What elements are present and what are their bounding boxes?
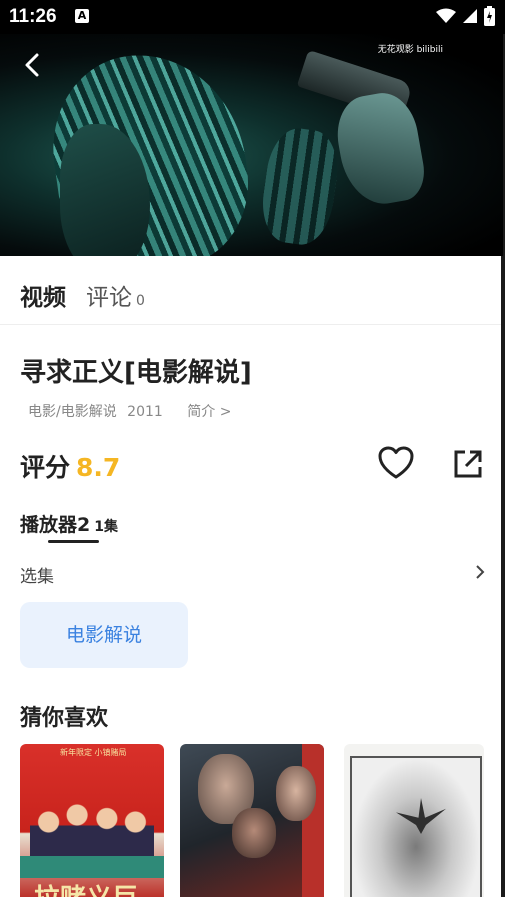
recommend-poster-3[interactable] — [344, 744, 484, 897]
rating-label: 评分 — [20, 453, 71, 482]
signal-icon — [463, 9, 477, 23]
episode-select-label: 选集 — [20, 567, 54, 587]
intro-link[interactable]: 简介 > — [187, 404, 231, 420]
recommend-title: 猜你喜欢 — [20, 706, 109, 731]
back-button[interactable] — [18, 50, 48, 80]
detail-sheet: 视频 评论 0 寻求正义[电影解说] 电影/电影解说 2011 简介 > 评分 8.… — [0, 256, 501, 897]
rating-value: 8.7 — [76, 453, 121, 482]
video-player[interactable]: 无花观影 bilibili — [0, 34, 503, 256]
battery-icon — [484, 6, 495, 26]
share-button[interactable] — [452, 448, 484, 484]
recommend-poster-2[interactable] — [180, 744, 324, 897]
video-frame-hand — [331, 87, 429, 211]
video-watermark: 无花观影 bilibili — [377, 45, 443, 55]
tab-comment-label: 评论 — [86, 285, 132, 311]
player-tab-underline — [48, 540, 99, 543]
poster-frame — [350, 756, 482, 897]
video-category: 电影/电影解说 — [28, 404, 117, 420]
poster-red-band — [302, 744, 324, 897]
tab-comment[interactable]: 评论 0 — [86, 278, 145, 312]
rating: 评分 8.7 — [20, 448, 120, 484]
chevron-right-icon — [476, 565, 485, 579]
player-source[interactable]: 播放器2 1集 — [20, 510, 118, 537]
comment-count: 0 — [136, 293, 145, 309]
episode-chip[interactable]: 电影解说 — [20, 602, 188, 668]
poster-face — [276, 766, 316, 821]
favorite-button[interactable] — [378, 446, 414, 484]
recommend-poster-1[interactable]: 新年限定 小镇赌局 拉赌义巨 — [20, 744, 164, 897]
poster-face — [232, 808, 276, 858]
status-bar: 11:26 A — [0, 0, 505, 34]
player-name: 播放器2 — [20, 514, 91, 536]
wifi-icon — [436, 8, 456, 23]
heart-icon — [378, 446, 414, 479]
video-frame-fingers — [257, 124, 343, 249]
poster-angel-figure — [396, 798, 446, 834]
video-meta: 电影/电影解说 2011 简介 > — [28, 401, 231, 421]
player-episodes: 1集 — [94, 519, 118, 535]
notification-icon: A — [75, 9, 89, 23]
video-title: 寻求正义[电影解说] — [20, 358, 252, 388]
share-icon — [454, 450, 482, 478]
poster-people — [30, 794, 154, 864]
tab-video[interactable]: 视频 — [20, 278, 66, 312]
tab-bar: 视频 评论 0 — [0, 256, 501, 325]
status-time: 11:26 — [9, 6, 57, 27]
poster-caption: 新年限定 小镇赌局 — [60, 748, 127, 757]
poster-title-text: 拉赌义巨 — [34, 878, 138, 897]
poster-table — [20, 856, 164, 878]
episode-select-row[interactable]: 选集 — [20, 562, 486, 587]
video-year: 2011 — [127, 404, 163, 420]
recommend-list: 新年限定 小镇赌局 拉赌义巨 — [20, 744, 501, 897]
back-arrow-icon — [25, 53, 39, 77]
